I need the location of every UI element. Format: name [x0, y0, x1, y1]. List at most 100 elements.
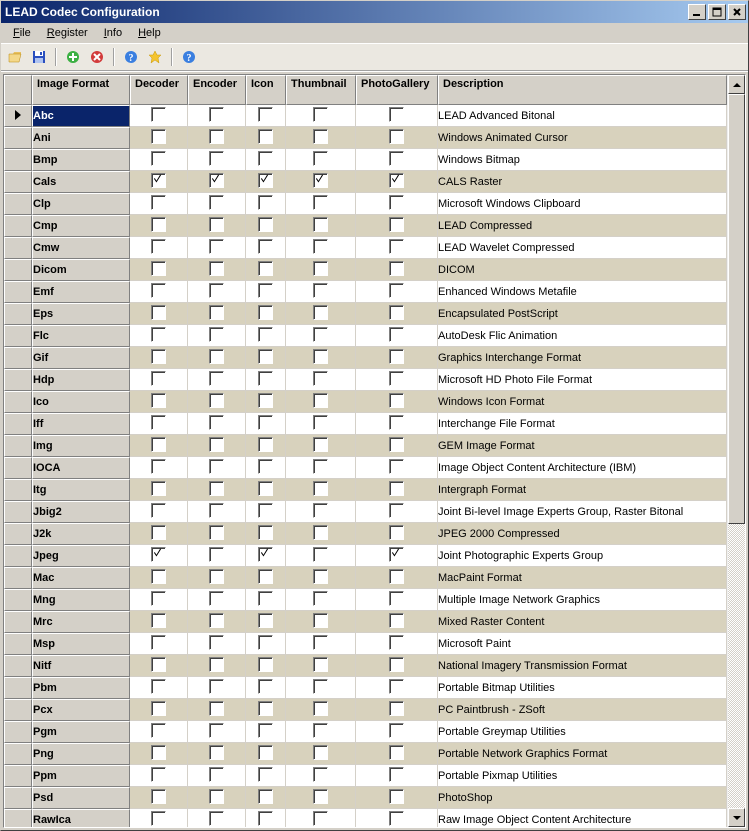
- encoder-checkbox[interactable]: [209, 195, 224, 210]
- encoder-checkbox[interactable]: [209, 767, 224, 782]
- icon-checkbox[interactable]: [258, 525, 273, 540]
- thumbnail-checkbox[interactable]: [313, 503, 328, 518]
- thumbnail-checkbox[interactable]: [313, 525, 328, 540]
- row-selector[interactable]: [4, 501, 32, 523]
- thumbnail-checkbox[interactable]: [313, 547, 328, 562]
- decoder-checkbox[interactable]: [151, 613, 166, 628]
- row-selector[interactable]: [4, 193, 32, 215]
- icon-checkbox[interactable]: [258, 745, 273, 760]
- table-row[interactable]: JpegJoint Photographic Experts Group: [4, 545, 727, 567]
- format-cell[interactable]: Ico: [32, 391, 130, 413]
- menu-help[interactable]: Help: [130, 25, 169, 41]
- thumbnail-checkbox[interactable]: [313, 393, 328, 408]
- photogallery-checkbox[interactable]: [389, 613, 404, 628]
- photogallery-checkbox[interactable]: [389, 723, 404, 738]
- encoder-checkbox[interactable]: [209, 437, 224, 452]
- table-row[interactable]: FlcAutoDesk Flic Animation: [4, 325, 727, 347]
- icon-checkbox[interactable]: [258, 437, 273, 452]
- format-cell[interactable]: Msp: [32, 633, 130, 655]
- format-cell[interactable]: Nitf: [32, 655, 130, 677]
- thumbnail-checkbox[interactable]: [313, 217, 328, 232]
- row-selector[interactable]: [4, 237, 32, 259]
- format-cell[interactable]: Dicom: [32, 259, 130, 281]
- remove-icon[interactable]: [87, 47, 107, 67]
- format-cell[interactable]: Itg: [32, 479, 130, 501]
- row-selector[interactable]: [4, 281, 32, 303]
- thumbnail-checkbox[interactable]: [313, 151, 328, 166]
- icon-checkbox[interactable]: [258, 129, 273, 144]
- photogallery-checkbox[interactable]: [389, 327, 404, 342]
- thumbnail-checkbox[interactable]: [313, 415, 328, 430]
- decoder-checkbox[interactable]: [151, 657, 166, 672]
- thumbnail-checkbox[interactable]: [313, 745, 328, 760]
- table-row[interactable]: CmpLEAD Compressed: [4, 215, 727, 237]
- thumbnail-checkbox[interactable]: [313, 129, 328, 144]
- icon-checkbox[interactable]: [258, 195, 273, 210]
- encoder-checkbox[interactable]: [209, 327, 224, 342]
- encoder-checkbox[interactable]: [209, 635, 224, 650]
- format-cell[interactable]: J2k: [32, 523, 130, 545]
- icon-checkbox[interactable]: [258, 503, 273, 518]
- decoder-checkbox[interactable]: [151, 371, 166, 386]
- row-selector[interactable]: [4, 787, 32, 809]
- encoder-checkbox[interactable]: [209, 679, 224, 694]
- decoder-checkbox[interactable]: [151, 679, 166, 694]
- photogallery-checkbox[interactable]: [389, 107, 404, 122]
- decoder-checkbox[interactable]: [151, 789, 166, 804]
- col-decoder[interactable]: Decoder: [130, 75, 188, 105]
- format-cell[interactable]: Eps: [32, 303, 130, 325]
- photogallery-checkbox[interactable]: [389, 195, 404, 210]
- format-cell[interactable]: Hdp: [32, 369, 130, 391]
- photogallery-checkbox[interactable]: [389, 657, 404, 672]
- photogallery-checkbox[interactable]: [389, 305, 404, 320]
- decoder-checkbox[interactable]: [151, 151, 166, 166]
- format-cell[interactable]: Bmp: [32, 149, 130, 171]
- decoder-checkbox[interactable]: [151, 569, 166, 584]
- format-cell[interactable]: Gif: [32, 347, 130, 369]
- decoder-checkbox[interactable]: [151, 591, 166, 606]
- photogallery-checkbox[interactable]: [389, 129, 404, 144]
- format-cell[interactable]: Cmw: [32, 237, 130, 259]
- table-row[interactable]: ImgGEM Image Format: [4, 435, 727, 457]
- table-row[interactable]: PcxPC Paintbrush - ZSoft: [4, 699, 727, 721]
- table-row[interactable]: MrcMixed Raster Content: [4, 611, 727, 633]
- decoder-checkbox[interactable]: [151, 261, 166, 276]
- table-row[interactable]: RawIcaRaw Image Object Content Architect…: [4, 809, 727, 827]
- photogallery-checkbox[interactable]: [389, 239, 404, 254]
- decoder-checkbox[interactable]: [151, 349, 166, 364]
- thumbnail-checkbox[interactable]: [313, 613, 328, 628]
- col-photogallery[interactable]: PhotoGallery: [356, 75, 438, 105]
- table-row[interactable]: PsdPhotoShop: [4, 787, 727, 809]
- photogallery-checkbox[interactable]: [389, 371, 404, 386]
- decoder-checkbox[interactable]: [151, 305, 166, 320]
- format-cell[interactable]: Emf: [32, 281, 130, 303]
- format-cell[interactable]: Pgm: [32, 721, 130, 743]
- icon-checkbox[interactable]: [258, 151, 273, 166]
- photogallery-checkbox[interactable]: [389, 547, 404, 562]
- icon-checkbox[interactable]: [258, 679, 273, 694]
- icon-checkbox[interactable]: [258, 107, 273, 122]
- decoder-checkbox[interactable]: [151, 547, 166, 562]
- photogallery-checkbox[interactable]: [389, 679, 404, 694]
- encoder-checkbox[interactable]: [209, 789, 224, 804]
- photogallery-checkbox[interactable]: [389, 569, 404, 584]
- decoder-checkbox[interactable]: [151, 459, 166, 474]
- decoder-checkbox[interactable]: [151, 239, 166, 254]
- icon-checkbox[interactable]: [258, 173, 273, 188]
- encoder-checkbox[interactable]: [209, 745, 224, 760]
- table-row[interactable]: PngPortable Network Graphics Format: [4, 743, 727, 765]
- row-selector[interactable]: [4, 149, 32, 171]
- photogallery-checkbox[interactable]: [389, 591, 404, 606]
- table-row[interactable]: AniWindows Animated Cursor: [4, 127, 727, 149]
- decoder-checkbox[interactable]: [151, 701, 166, 716]
- scroll-up-button[interactable]: [728, 75, 745, 94]
- menu-file[interactable]: File: [5, 25, 39, 41]
- format-cell[interactable]: Cals: [32, 171, 130, 193]
- thumbnail-checkbox[interactable]: [313, 679, 328, 694]
- photogallery-checkbox[interactable]: [389, 283, 404, 298]
- format-cell[interactable]: Pbm: [32, 677, 130, 699]
- table-row[interactable]: IffInterchange File Format: [4, 413, 727, 435]
- encoder-checkbox[interactable]: [209, 393, 224, 408]
- row-selector[interactable]: [4, 809, 32, 827]
- decoder-checkbox[interactable]: [151, 811, 166, 826]
